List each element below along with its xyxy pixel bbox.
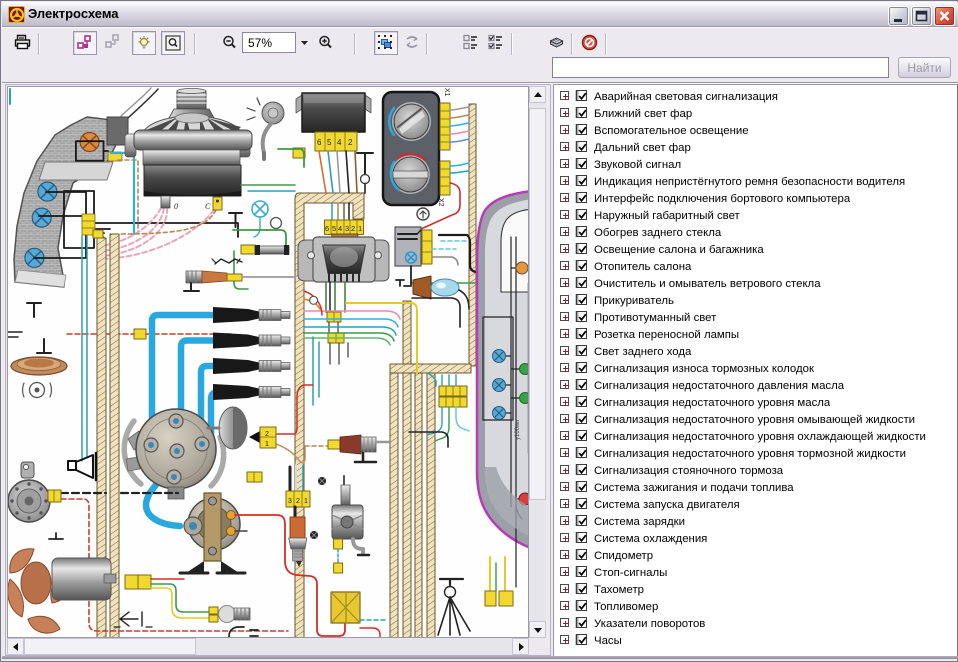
svg-text:1: 1 — [265, 441, 269, 448]
svg-text:1: 1 — [304, 498, 308, 505]
svg-text:5: 5 — [327, 138, 332, 147]
svg-text:3: 3 — [345, 224, 349, 233]
svg-text:2: 2 — [351, 224, 355, 233]
svg-text:6: 6 — [317, 138, 322, 147]
svg-text:2: 2 — [348, 138, 353, 147]
svg-text:2: 2 — [265, 431, 269, 438]
svg-text:0: 0 — [174, 202, 178, 211]
svg-text:C: C — [205, 202, 211, 211]
svg-text:3: 3 — [288, 498, 292, 505]
svg-text:1: 1 — [358, 224, 362, 233]
svg-text:X1: X1 — [443, 88, 450, 97]
svg-text:4: 4 — [337, 138, 342, 147]
svg-text:2: 2 — [296, 498, 300, 505]
svg-text:X2: X2 — [437, 198, 444, 207]
svg-text:5: 5 — [332, 224, 336, 233]
svg-text:6: 6 — [325, 224, 329, 233]
svg-text:4: 4 — [338, 224, 342, 233]
svg-text:у100мп: у100мп — [515, 420, 521, 440]
